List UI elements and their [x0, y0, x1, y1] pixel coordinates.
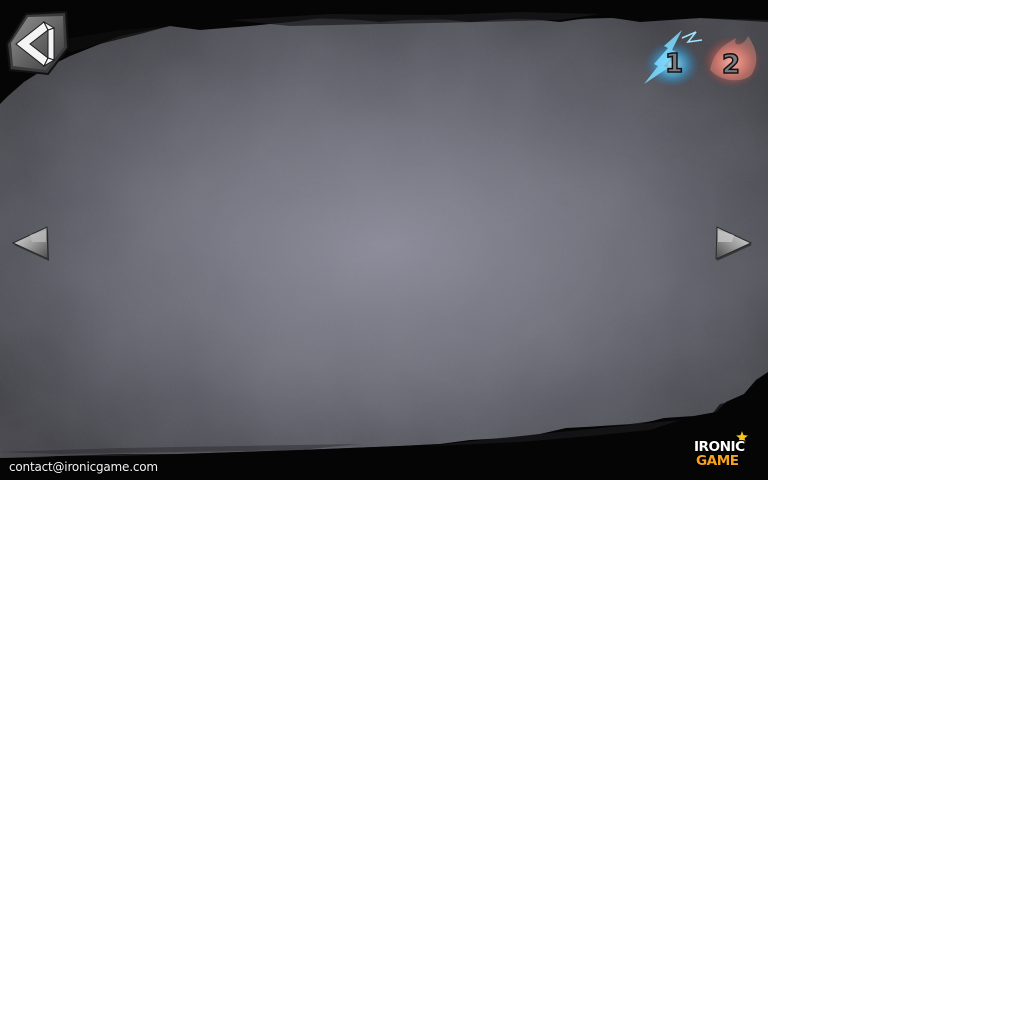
player-2-label: 2	[722, 50, 740, 80]
arrow-right-icon[interactable]	[712, 222, 754, 264]
game-viewport: 1 2 contact@ironicgame.com IRONIC GAME	[0, 0, 768, 480]
player-1-label: 1	[665, 49, 683, 79]
logo-word-game: GAME	[696, 454, 739, 469]
player-1-lightning-icon[interactable]: 1	[642, 28, 706, 88]
logo-word-ironic: IRONIC	[694, 440, 745, 455]
contact-email-link[interactable]: contact@ironicgame.com	[9, 460, 158, 475]
player-2-flame-icon[interactable]: 2	[700, 30, 766, 90]
unity-cube-icon[interactable]	[4, 8, 70, 76]
arrow-left-icon[interactable]	[10, 222, 52, 264]
studio-logo: IRONIC GAME	[690, 430, 762, 474]
